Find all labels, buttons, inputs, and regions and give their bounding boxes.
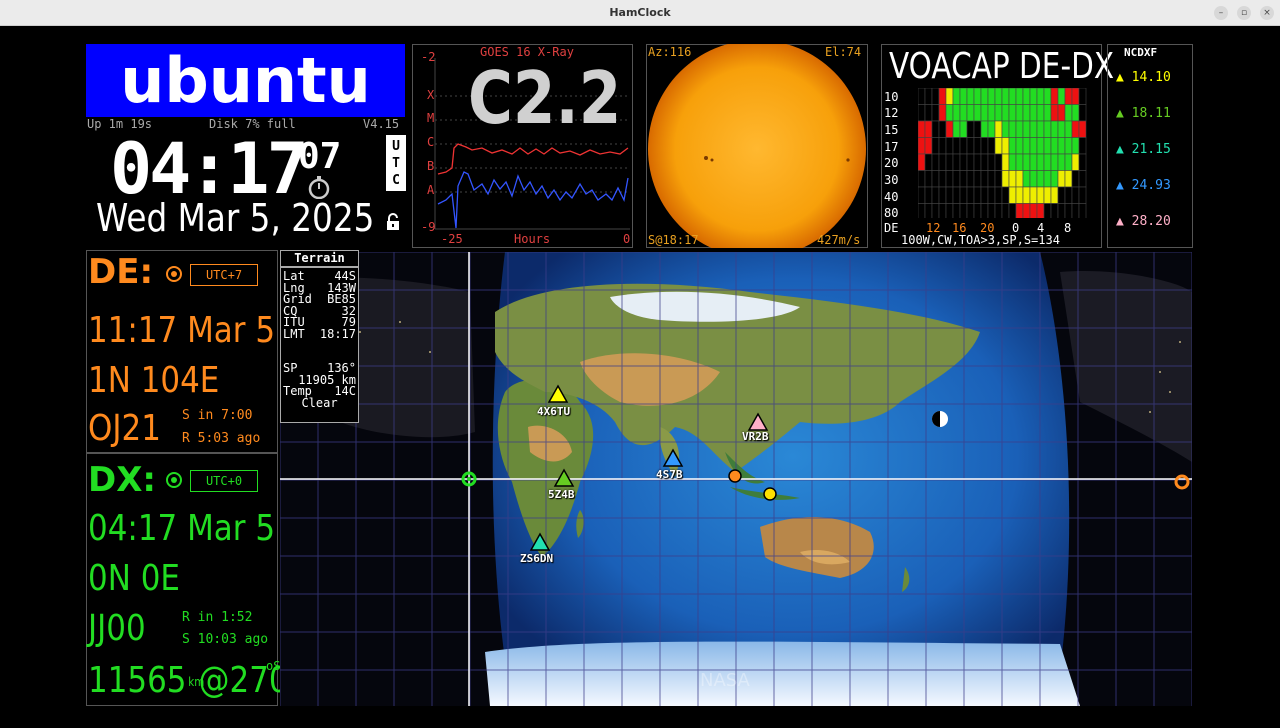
beacon-triangle-icon: ▲: [1116, 178, 1132, 193]
ncdxf-title: NCDXF: [1124, 46, 1158, 59]
minimize-button[interactable]: –: [1214, 6, 1228, 20]
band-label: 15: [884, 123, 899, 137]
xray-y-label: X: [427, 88, 435, 102]
dx-distance-line[interactable]: 11565 km@270: [88, 660, 289, 701]
de-local-time[interactable]: 11:17 Mar 5: [88, 310, 275, 351]
window-title: HamClock: [609, 6, 671, 19]
maximize-button[interactable]: ▫: [1237, 6, 1251, 20]
de-grid[interactable]: OJ21: [88, 408, 161, 449]
terrain-button[interactable]: Terrain: [280, 250, 359, 267]
band-label: 10: [884, 90, 899, 104]
dx-sunrise: R in 1:52: [182, 610, 253, 625]
sun-image: [648, 44, 866, 248]
de-location[interactable]: 1N 104E: [88, 360, 219, 401]
world-map[interactable]: [280, 252, 1192, 706]
xray-x-end: 0: [623, 232, 631, 246]
map-svg: [280, 252, 1192, 706]
voacap-title: VOACAP DE-DX: [889, 46, 1115, 87]
beacon-row[interactable]: ▲ 18.11: [1116, 106, 1171, 121]
de-timezone-button[interactable]: UTC+7: [190, 264, 258, 286]
sun-azimuth: Az:116: [648, 45, 692, 59]
beacon-label[interactable]: 4S7B: [656, 468, 683, 481]
beacon-label[interactable]: 4X6TU: [537, 405, 570, 418]
callsign-banner[interactable]: ubuntu: [86, 44, 405, 117]
voacap-de-label: DE: [884, 221, 899, 235]
hour-label: 8: [1064, 221, 1072, 235]
beacon-triangle-icon: ▲: [1116, 142, 1132, 157]
dx-label: DX:: [88, 460, 157, 500]
dx-sunset: S 10:03 ago: [182, 632, 269, 647]
band-label: 17: [884, 140, 899, 154]
xray-y-label: -9: [421, 220, 436, 234]
beacon-label[interactable]: VR2B: [742, 430, 769, 443]
sun-set-time: S@18:17: [648, 233, 699, 247]
xray-y-label: C: [427, 135, 435, 149]
beacon-row[interactable]: ▲ 28.20: [1116, 214, 1171, 229]
utc-indicator[interactable]: U T C: [386, 135, 406, 191]
voacap-footer: 100W,CW,TOA>3,SP,S=134: [901, 233, 1060, 247]
xray-y-label: M: [427, 111, 435, 125]
xray-y-label: A: [427, 183, 435, 197]
xray-short-wave-line: [437, 171, 629, 229]
solar-wind-speed: 427m/s: [817, 233, 861, 247]
dx-path-type[interactable]: oSP: [266, 660, 288, 673]
xray-long-wave-line: [437, 143, 629, 175]
window-titlebar: HamClock – ▫ ×: [0, 0, 1280, 26]
close-button[interactable]: ×: [1260, 6, 1274, 20]
dx-timezone-button[interactable]: UTC+0: [190, 470, 258, 492]
xray-y-label: -2: [421, 50, 436, 64]
band-label: 12: [884, 106, 899, 120]
beacon-row[interactable]: ▲ 21.15: [1116, 142, 1171, 157]
dx-grid[interactable]: JJ00: [88, 608, 146, 649]
beacon-row[interactable]: ▲ 14.10: [1116, 70, 1171, 85]
de-label: DE:: [88, 252, 154, 292]
de-sunrise: R 5:03 ago: [182, 431, 261, 446]
de-marker-icon[interactable]: [166, 266, 182, 282]
band-label: 80: [884, 206, 899, 220]
utc-seconds: 07: [298, 136, 342, 177]
beacon-triangle-icon: ▲: [1116, 214, 1132, 229]
dx-distance-unit: km: [188, 675, 205, 689]
dx-local-time[interactable]: 04:17 Mar 5: [88, 508, 275, 549]
dx-location[interactable]: 0N 0E: [88, 558, 180, 599]
beacon-row[interactable]: ▲ 24.93: [1116, 178, 1171, 193]
xray-x-start: -25: [441, 232, 463, 246]
band-label: 40: [884, 190, 899, 204]
cursor-info-box: Lat 44S Lng 143W Grid BE85 CQ 32 ITU 79 LMT 18…: [280, 267, 359, 423]
beacon-label[interactable]: ZS6DN: [520, 552, 553, 565]
dx-marker-icon[interactable]: [166, 472, 182, 488]
beacon-label[interactable]: 5Z4B: [548, 488, 575, 501]
date-text[interactable]: Wed Mar 5, 2025: [96, 196, 374, 240]
dx-distance: 11565: [88, 660, 187, 701]
map-watermark: NASA: [700, 670, 750, 691]
voacap-grid: [918, 88, 1087, 218]
version-text[interactable]: V4.15: [363, 117, 399, 131]
beacon-triangle-icon: ▲: [1116, 106, 1132, 121]
lock-icon[interactable]: [385, 213, 401, 231]
band-label: 20: [884, 156, 899, 170]
xray-class: C2.2: [468, 56, 622, 140]
xray-y-label: B: [427, 159, 435, 173]
sun-elevation: El:74: [825, 45, 862, 59]
beacon-triangle-icon: ▲: [1116, 70, 1132, 85]
band-label: 30: [884, 173, 899, 187]
de-sunset: S in 7:00: [182, 408, 253, 423]
xray-x-label: Hours: [514, 232, 551, 246]
